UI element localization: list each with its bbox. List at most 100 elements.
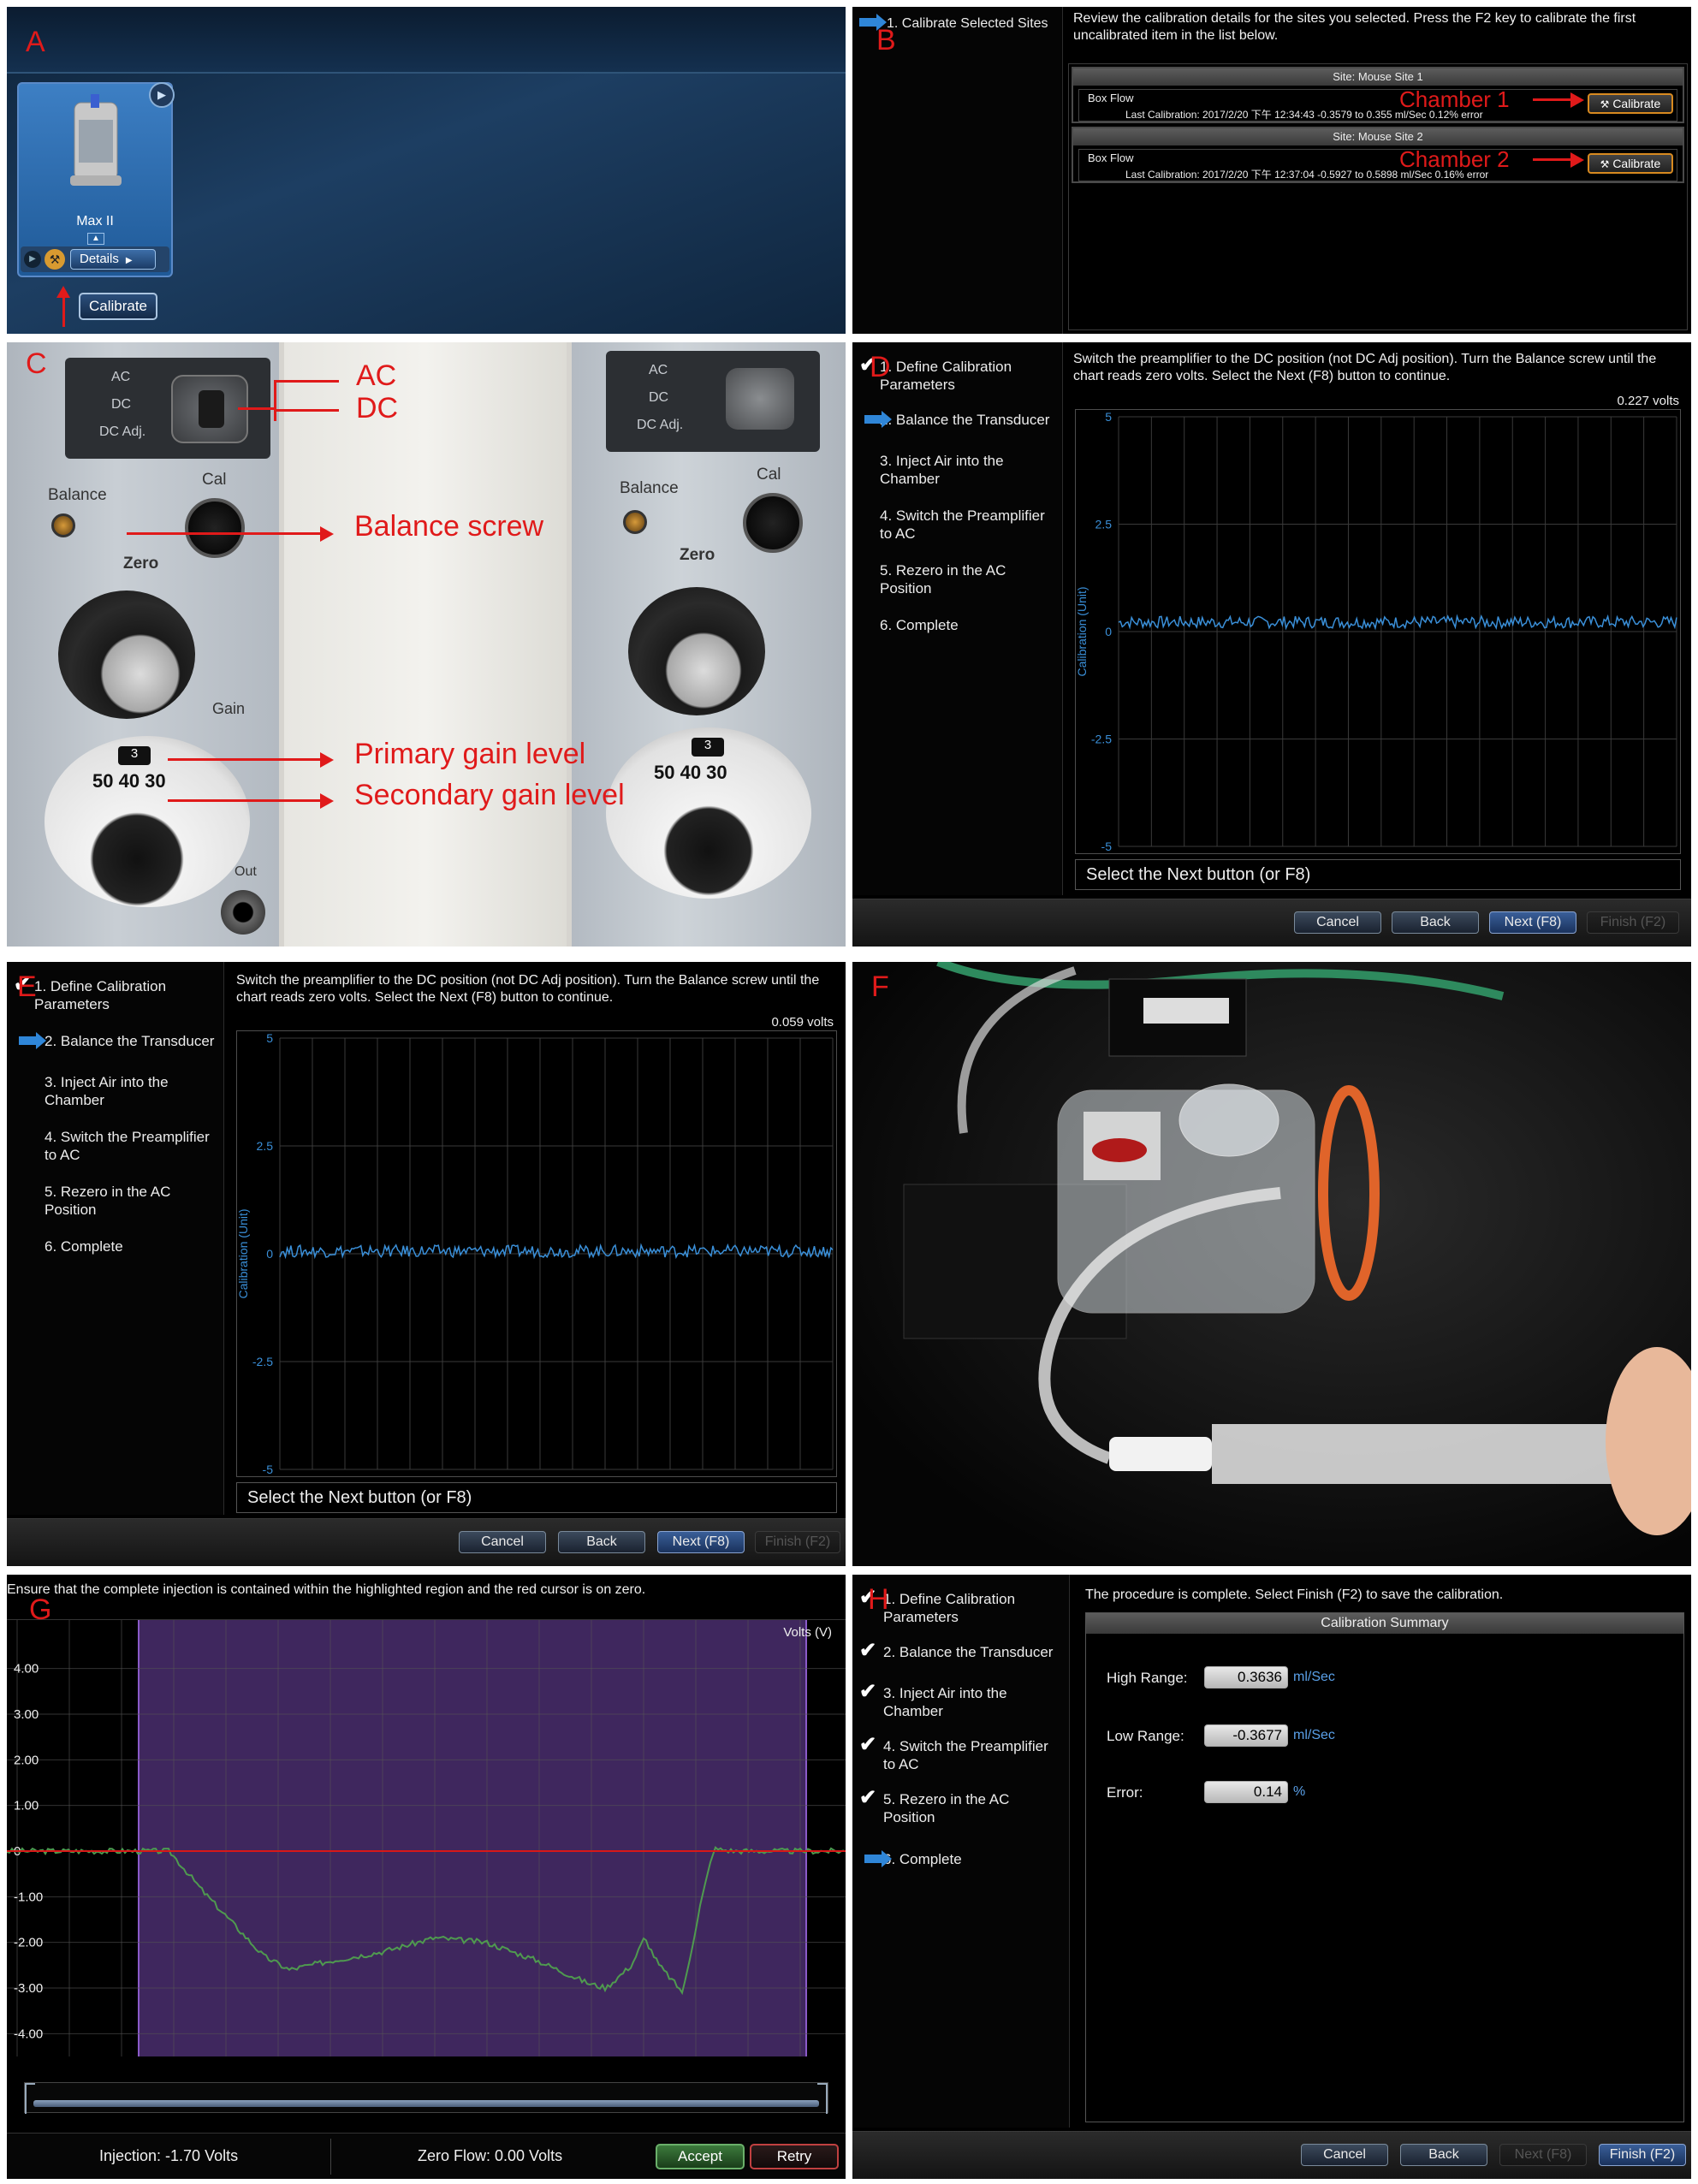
balance-screw[interactable] bbox=[51, 513, 75, 537]
balance-label-right: Balance bbox=[620, 479, 679, 497]
next-button[interactable]: Next (F8) bbox=[657, 1531, 745, 1553]
collapse-icon[interactable]: ▲ bbox=[87, 233, 104, 245]
finish-button: Finish (F2) bbox=[1587, 911, 1679, 934]
step-6-label: 6. Complete bbox=[45, 1238, 123, 1255]
y-tick-label: 2.00 bbox=[14, 1753, 39, 1767]
accept-button[interactable]: Accept bbox=[656, 2144, 745, 2169]
step-2-label: 2. Balance the Transducer bbox=[880, 412, 1050, 428]
out-jack bbox=[221, 890, 265, 935]
play-icon[interactable]: ▶ bbox=[149, 82, 175, 108]
scroll-track[interactable] bbox=[33, 2100, 819, 2107]
details-button[interactable]: Details ▶ bbox=[70, 249, 156, 270]
switch-label-dcadj-right: DC Adj. bbox=[637, 418, 684, 432]
cal-label-right: Cal bbox=[757, 466, 781, 484]
panel-label-c: C bbox=[26, 347, 47, 380]
y-tick-label: 5 bbox=[1105, 410, 1112, 424]
play-small-icon[interactable]: ▶ bbox=[24, 251, 41, 268]
status-bar: Injection: -1.70 Volts Zero Flow: 0.00 V… bbox=[7, 2133, 846, 2179]
panel-label-e: E bbox=[17, 970, 37, 1003]
primary-gain-window: 3 bbox=[118, 746, 151, 765]
switch-label-dc: DC bbox=[111, 397, 132, 412]
back-button[interactable]: Back bbox=[1400, 2144, 1487, 2166]
balance-screw-annotation: Balance screw bbox=[354, 510, 544, 543]
check-icon: ✔ bbox=[859, 1639, 877, 1662]
high-range-label: High Range: bbox=[1107, 1670, 1188, 1686]
calibration-review-instruction: Review the calibration details for the s… bbox=[1073, 11, 1636, 43]
y-tick-label: 1.00 bbox=[14, 1799, 39, 1813]
balance-screw-right[interactable] bbox=[623, 510, 647, 534]
step-3: 3. Inject Air into the Chamber bbox=[19, 1073, 218, 1109]
highlighted-region bbox=[139, 1620, 806, 2056]
panel-f: F bbox=[852, 962, 1691, 1566]
device-tile[interactable]: ▶ Max II ▲ ▶ ⚒ Details ▶ bbox=[17, 82, 175, 277]
balance-label: Balance bbox=[48, 486, 107, 504]
check-icon: ✔ bbox=[859, 1733, 877, 1756]
primary-gain-annotation: Primary gain level bbox=[354, 738, 586, 770]
panel-a: A ▶ Max II ▲ ▶ ⚒ Details ▶ Calibrate bbox=[7, 7, 846, 334]
injection-chart-svg: 4.003.002.001.000-1.00-2.00-3.00-4.00 bbox=[7, 1620, 846, 2056]
step-1: ✔ 1. Define Calibration Parameters bbox=[14, 975, 218, 1013]
time-scrollbar[interactable] bbox=[24, 2082, 828, 2114]
y-tick-label: 0 bbox=[266, 1247, 273, 1261]
retry-button[interactable]: Retry bbox=[750, 2144, 839, 2169]
step-5-label: 5. Rezero in the AC Position bbox=[883, 1791, 1010, 1825]
gain-dial[interactable]: 3 50 40 30 bbox=[45, 736, 250, 907]
balance-chart-d: 5 2.5 0 -2.5 -5 Calibration (Unit) bbox=[1075, 409, 1681, 854]
toggle-lever bbox=[199, 390, 224, 428]
y-tick-label: 2.5 bbox=[1095, 518, 1113, 531]
toggle-switch-left[interactable] bbox=[171, 375, 248, 443]
dial-numbers: 50 40 30 bbox=[92, 770, 166, 792]
injection-instruction: Ensure that the complete injection is co… bbox=[7, 1582, 646, 1597]
cancel-button[interactable]: Cancel bbox=[459, 1531, 546, 1553]
finish-button: Finish (F2) bbox=[755, 1531, 840, 1553]
low-range-label: Low Range: bbox=[1107, 1728, 1184, 1744]
panel-b: 1. Calibrate Selected Sites B Review the… bbox=[852, 7, 1691, 334]
zero-knob-right[interactable] bbox=[628, 587, 765, 715]
error-field: 0.14 bbox=[1204, 1781, 1288, 1803]
zero-knob[interactable] bbox=[58, 591, 195, 719]
y-tick-label: -2.5 bbox=[1091, 733, 1112, 746]
switch-label-ac-right: AC bbox=[649, 363, 668, 377]
calibration-summary: Calibration Summary High Range: 0.3636 m… bbox=[1085, 1612, 1684, 2122]
voltage-reading: 0.227 volts bbox=[1617, 394, 1679, 408]
next-button: Next (F8) bbox=[1499, 2144, 1587, 2166]
injection-chart: 4.003.002.001.000-1.00-2.00-3.00-4.00 Vo… bbox=[7, 1619, 846, 2121]
y-tick-label: 4.00 bbox=[14, 1662, 39, 1677]
back-button[interactable]: Back bbox=[558, 1531, 645, 1553]
complete-instruction: The procedure is complete. Select Finish… bbox=[1085, 1588, 1504, 1602]
step-1-label: 1. Define Calibration Parameters bbox=[883, 1591, 1016, 1625]
volts-unit-label: Volts (V) bbox=[783, 1625, 832, 1640]
calibrate-button[interactable]: Calibrate bbox=[79, 293, 157, 320]
panel-label-a: A bbox=[26, 26, 45, 58]
zero-label-right: Zero bbox=[680, 546, 715, 564]
button-bar: Cancel Back Next (F8) Finish (F2) bbox=[7, 1518, 846, 1566]
cancel-button[interactable]: Cancel bbox=[1301, 2144, 1388, 2166]
scroll-left-handle[interactable] bbox=[25, 2083, 35, 2114]
secondary-gain-annotation: Secondary gain level bbox=[354, 779, 625, 811]
step-4: ✔ 4. Switch the Preamplifier to AC bbox=[859, 1735, 1064, 1773]
calibrate-tool-icon[interactable]: ⚒ bbox=[45, 249, 65, 270]
step-6: 6. Complete bbox=[19, 1237, 218, 1255]
ac-dc-bracket bbox=[274, 380, 276, 421]
balance-screw-arrow bbox=[127, 532, 322, 535]
back-button[interactable]: Back bbox=[1392, 911, 1479, 934]
zero-flow-value: Zero Flow: 0.00 Volts bbox=[418, 2147, 563, 2164]
primary-gain-arrow bbox=[168, 758, 322, 761]
toolbar-strip bbox=[7, 7, 846, 74]
toggle-switch-right[interactable] bbox=[726, 368, 794, 430]
scroll-right-handle[interactable] bbox=[817, 2083, 828, 2114]
panel-e: ✔ 1. Define Calibration Parameters 2. Bal… bbox=[7, 962, 846, 1566]
cancel-button[interactable]: Cancel bbox=[1294, 911, 1381, 934]
cal-knob[interactable] bbox=[185, 498, 245, 558]
device-name: Max II bbox=[76, 214, 114, 228]
balance-chart-svg: 5 2.5 0 -2.5 -5 Calibration (Unit) bbox=[1076, 410, 1677, 853]
finish-button[interactable]: Finish (F2) bbox=[1599, 2144, 1686, 2166]
gain-dial-right[interactable]: 3 50 40 30 bbox=[606, 727, 811, 899]
status-divider bbox=[330, 2139, 331, 2175]
next-button[interactable]: Next (F8) bbox=[1489, 911, 1576, 934]
y-tick-label: -2.00 bbox=[14, 1936, 43, 1950]
cal-knob-right[interactable] bbox=[743, 493, 803, 553]
y-tick-label: 0 bbox=[1105, 625, 1112, 638]
details-label: Details bbox=[80, 252, 119, 266]
balance-instruction: Switch the preamplifier to the DC positi… bbox=[1073, 352, 1657, 383]
